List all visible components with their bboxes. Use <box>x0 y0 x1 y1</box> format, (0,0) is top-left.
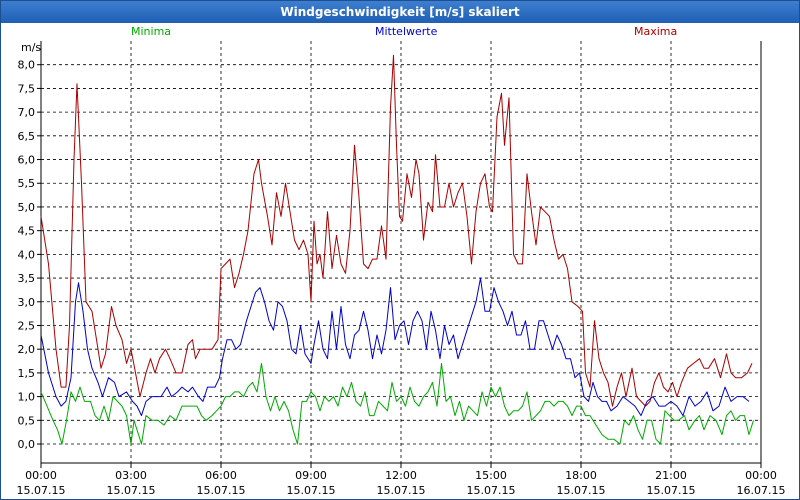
y-tick-label: 2,5 <box>18 319 36 332</box>
x-tick-date: 15.07.15 <box>377 484 426 497</box>
y-tick-label: 8,0 <box>18 59 36 72</box>
y-tick-label: 0,5 <box>18 414 36 427</box>
y-tick-label: 5,0 <box>18 201 36 214</box>
y-tick-label: 0,0 <box>18 438 36 451</box>
y-axis-ticks: 0,0 0,5 1,0 1,5 2,0 2,5 3,0 3,5 4,0 4,5 5,0 5,5 6,0 6… <box>18 59 41 451</box>
x-tick-date: 15.07.15 <box>647 484 696 497</box>
x-tick-date: 15.07.15 <box>287 484 336 497</box>
y-tick-label: 2,0 <box>18 343 36 356</box>
y-tick-label: 1,0 <box>18 391 36 404</box>
y-tick-label: 5,5 <box>18 177 36 190</box>
x-tick-date: 15.07.15 <box>557 484 606 497</box>
y-tick-label: 7,0 <box>18 106 36 119</box>
x-axis-ticks: 00:00 15.07.15 03:00 15.07.15 06:00 15.07.15 0… <box>17 463 786 497</box>
y-tick-label: 7,5 <box>18 82 36 95</box>
x-tick-date: 15.07.15 <box>17 484 66 497</box>
x-tick-date: 15.07.15 <box>107 484 156 497</box>
x-tick-time: 00:00 <box>745 469 777 482</box>
x-tick-time: 12:00 <box>385 469 417 482</box>
series-lines <box>40 54 754 445</box>
wind-speed-chart: m/s 0,0 0,5 1,0 1,5 2,0 2,5 3,0 3,5 4,0 4,5 5,0 5,5… <box>17 41 786 497</box>
x-tick-time: 09:00 <box>295 469 327 482</box>
x-tick-time: 06:00 <box>205 469 237 482</box>
y-tick-label: 6,5 <box>18 130 36 143</box>
y-tick-label: 6,0 <box>18 154 36 167</box>
series-minima <box>40 362 754 445</box>
y-tick-label: 1,5 <box>18 367 36 380</box>
x-tick-time: 00:00 <box>25 469 57 482</box>
x-tick-date: 15.07.15 <box>197 484 246 497</box>
x-tick-time: 15:00 <box>475 469 507 482</box>
y-tick-label: 3,5 <box>18 272 36 285</box>
x-tick-time: 18:00 <box>565 469 597 482</box>
chart-window: Windgeschwindigkeit [m/s] skaliert Minim… <box>0 0 800 500</box>
y-axis-unit: m/s <box>21 41 41 54</box>
y-tick-label: 3,0 <box>18 296 36 309</box>
x-tick-date: 15.07.15 <box>467 484 516 497</box>
x-tick-date: 16.07.15 <box>737 484 786 497</box>
y-tick-label: 4,0 <box>18 248 36 261</box>
window-title: Windgeschwindigkeit [m/s] skaliert <box>1 1 799 23</box>
grid-lines <box>40 41 762 464</box>
y-tick-label: 4,5 <box>18 225 36 238</box>
x-tick-time: 21:00 <box>655 469 687 482</box>
x-tick-time: 03:00 <box>115 469 147 482</box>
